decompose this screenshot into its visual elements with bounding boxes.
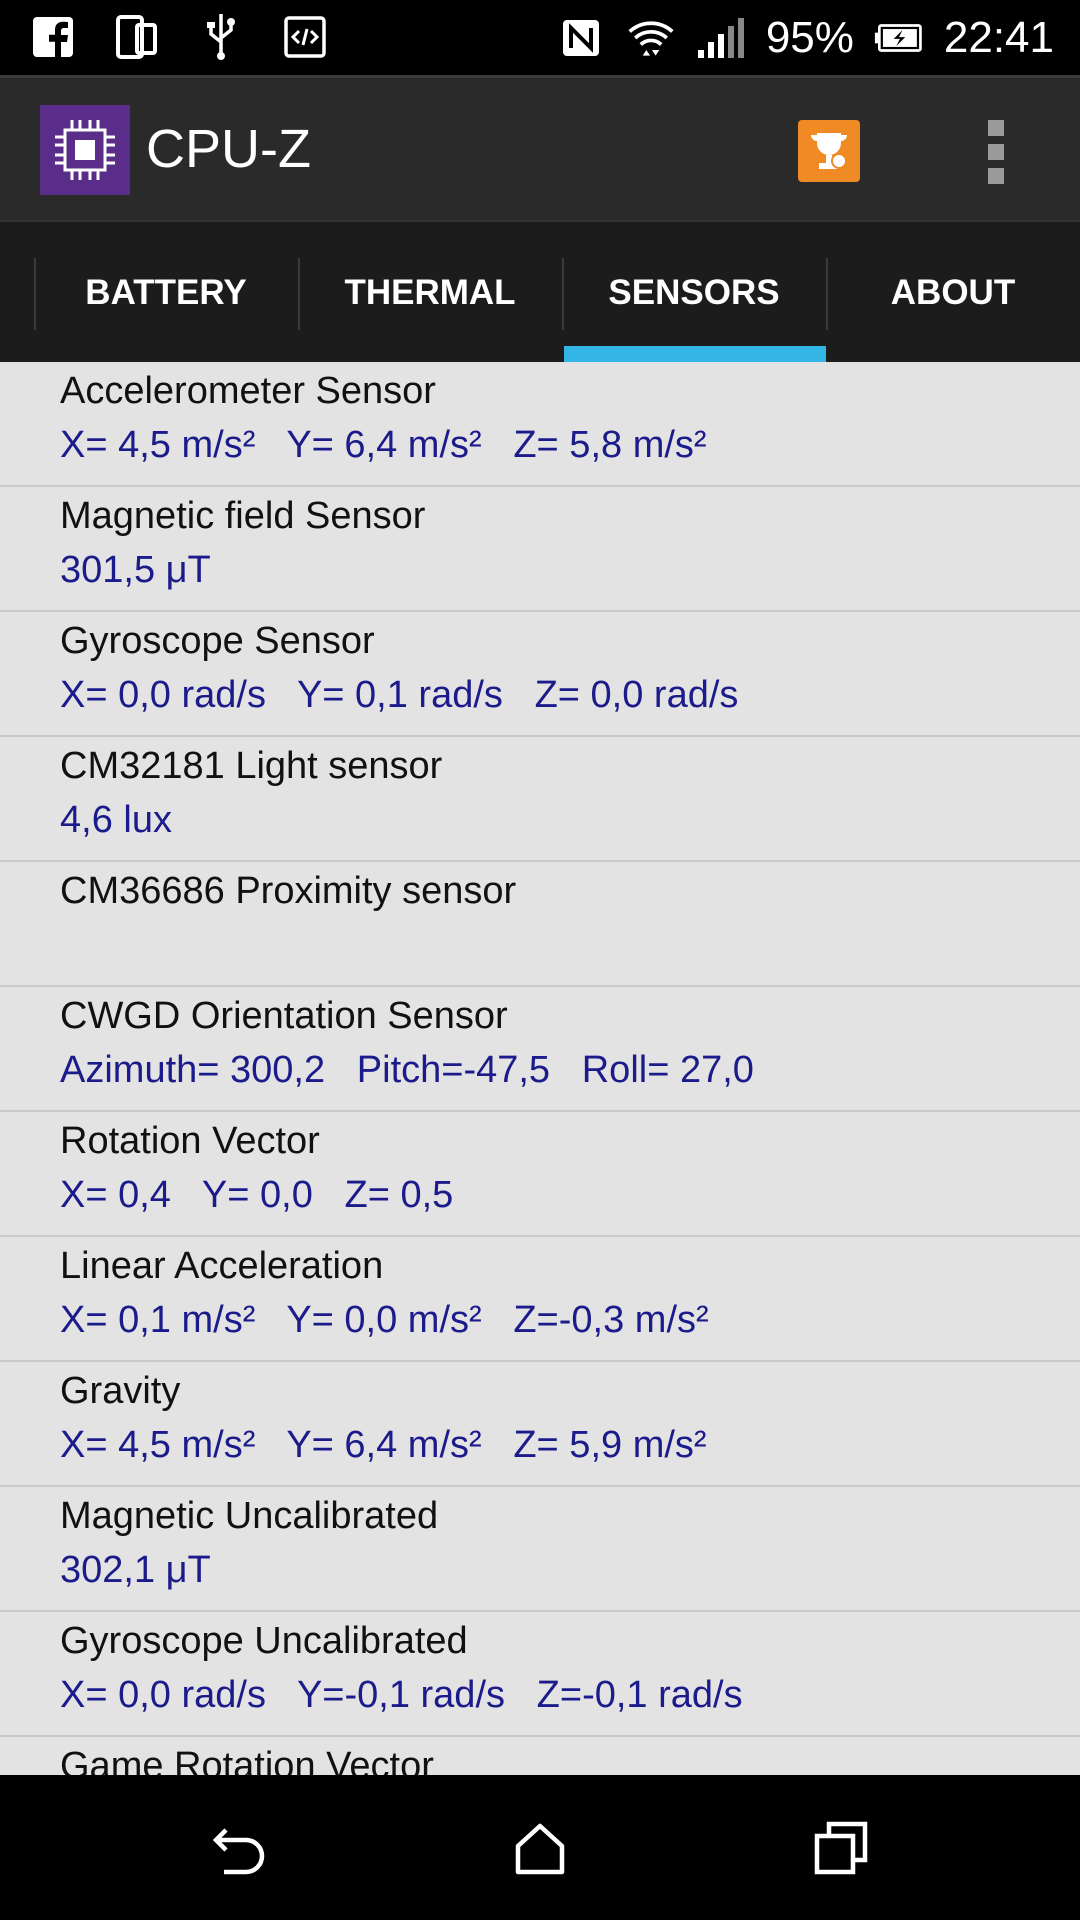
sensor-value: X= 0,0 rad/s Y= 0,1 rad/s Z= 0,0 rad/s	[60, 674, 739, 716]
notification-icons	[28, 12, 330, 62]
sensor-row-game-rotation-vector: Game Rotation Vector	[0, 1737, 1080, 1775]
sensor-value: X= 0,0 rad/s Y=-0,1 rad/s Z=-0,1 rad/s	[60, 1674, 743, 1716]
sensor-name: Gyroscope Sensor	[60, 620, 375, 662]
tab-bar: BATTERY THERMAL SENSORS ABOUT	[0, 220, 1080, 364]
sensor-value: X= 4,5 m/s² Y= 6,4 m/s² Z= 5,9 m/s²	[60, 1424, 707, 1466]
app-title: CPU-Z	[146, 119, 311, 179]
tab-battery[interactable]: BATTERY	[34, 222, 298, 364]
sensor-row-magnetic-uncalibrated: Magnetic Uncalibrated 302,1 μT	[0, 1487, 1080, 1612]
sensor-name: Linear Acceleration	[60, 1245, 384, 1287]
sensor-value: 301,5 μT	[60, 549, 211, 591]
sensor-row-magnetic-field: Magnetic field Sensor 301,5 μT	[0, 487, 1080, 612]
recents-icon[interactable]	[806, 1813, 876, 1883]
cell-signal-icon	[696, 13, 746, 63]
sensor-value: X= 4,5 m/s² Y= 6,4 m/s² Z= 5,8 m/s²	[60, 424, 707, 466]
nfc-icon	[556, 13, 606, 63]
dual-screen-icon	[112, 12, 162, 62]
sensor-value: Azimuth= 300,2 Pitch=-47,5 Roll= 27,0	[60, 1049, 754, 1091]
sensor-name: Gyroscope Uncalibrated	[60, 1620, 468, 1662]
battery-charging-icon	[874, 13, 924, 63]
sensor-value: X= 0,1 m/s² Y= 0,0 m/s² Z=-0,3 m/s²	[60, 1299, 709, 1341]
sensor-row-light: CM32181 Light sensor 4,6 lux	[0, 737, 1080, 862]
tab-thermal[interactable]: THERMAL	[298, 222, 562, 364]
sensor-name: Accelerometer Sensor	[60, 370, 436, 412]
sensor-name: CWGD Orientation Sensor	[60, 995, 508, 1037]
code-icon	[280, 12, 330, 62]
battery-percent: 95%	[765, 13, 854, 62]
cpu-chip-icon	[40, 105, 130, 195]
sensor-row-rotation-vector: Rotation Vector X= 0,4 Y= 0,0 Z= 0,5	[0, 1112, 1080, 1237]
sensor-name: Game Rotation Vector	[60, 1745, 434, 1775]
sensor-row-gyroscope-uncalibrated: Gyroscope Uncalibrated X= 0,0 rad/s Y=-0…	[0, 1612, 1080, 1737]
sensor-row-orientation: CWGD Orientation Sensor Azimuth= 300,2 P…	[0, 987, 1080, 1112]
status-bar: 95% 22:41	[0, 0, 1080, 75]
app-bar: CPU-Z	[0, 75, 1080, 223]
tab-about[interactable]: ABOUT	[826, 222, 1080, 364]
sensor-value: 302,1 μT	[60, 1549, 211, 1591]
sensor-row-gyroscope: Gyroscope Sensor X= 0,0 rad/s Y= 0,1 rad…	[0, 612, 1080, 737]
sensor-value: X= 0,4 Y= 0,0 Z= 0,5	[60, 1174, 454, 1216]
sensor-name: CM36686 Proximity sensor	[60, 870, 517, 912]
system-status-icons: 95% 22:41	[556, 8, 1054, 68]
sensor-name: Magnetic field Sensor	[60, 495, 426, 537]
trophy-icon[interactable]	[798, 120, 860, 182]
usb-icon	[196, 12, 246, 62]
sensor-row-gravity: Gravity X= 4,5 m/s² Y= 6,4 m/s² Z= 5,9 m…	[0, 1362, 1080, 1487]
sensor-name: CM32181 Light sensor	[60, 745, 443, 787]
sensor-row-proximity: CM36686 Proximity sensor	[0, 862, 1080, 987]
sensor-list[interactable]: Accelerometer Sensor X= 4,5 m/s² Y= 6,4 …	[0, 362, 1080, 1775]
sensor-row-accelerometer: Accelerometer Sensor X= 4,5 m/s² Y= 6,4 …	[0, 362, 1080, 487]
tab-sensors[interactable]: SENSORS	[562, 222, 826, 364]
facebook-icon	[28, 12, 78, 62]
clock: 22:41	[943, 13, 1054, 62]
overflow-menu-icon[interactable]	[988, 120, 1006, 184]
sensor-name: Rotation Vector	[60, 1120, 320, 1162]
sensor-value: 4,6 lux	[60, 799, 172, 841]
wifi-icon	[626, 13, 676, 63]
sensor-row-linear-acceleration: Linear Acceleration X= 0,1 m/s² Y= 0,0 m…	[0, 1237, 1080, 1362]
navigation-bar	[0, 1775, 1080, 1920]
sensor-name: Magnetic Uncalibrated	[60, 1495, 439, 1537]
back-icon[interactable]	[205, 1813, 275, 1883]
home-icon[interactable]	[505, 1813, 575, 1883]
sensor-name: Gravity	[60, 1370, 181, 1412]
